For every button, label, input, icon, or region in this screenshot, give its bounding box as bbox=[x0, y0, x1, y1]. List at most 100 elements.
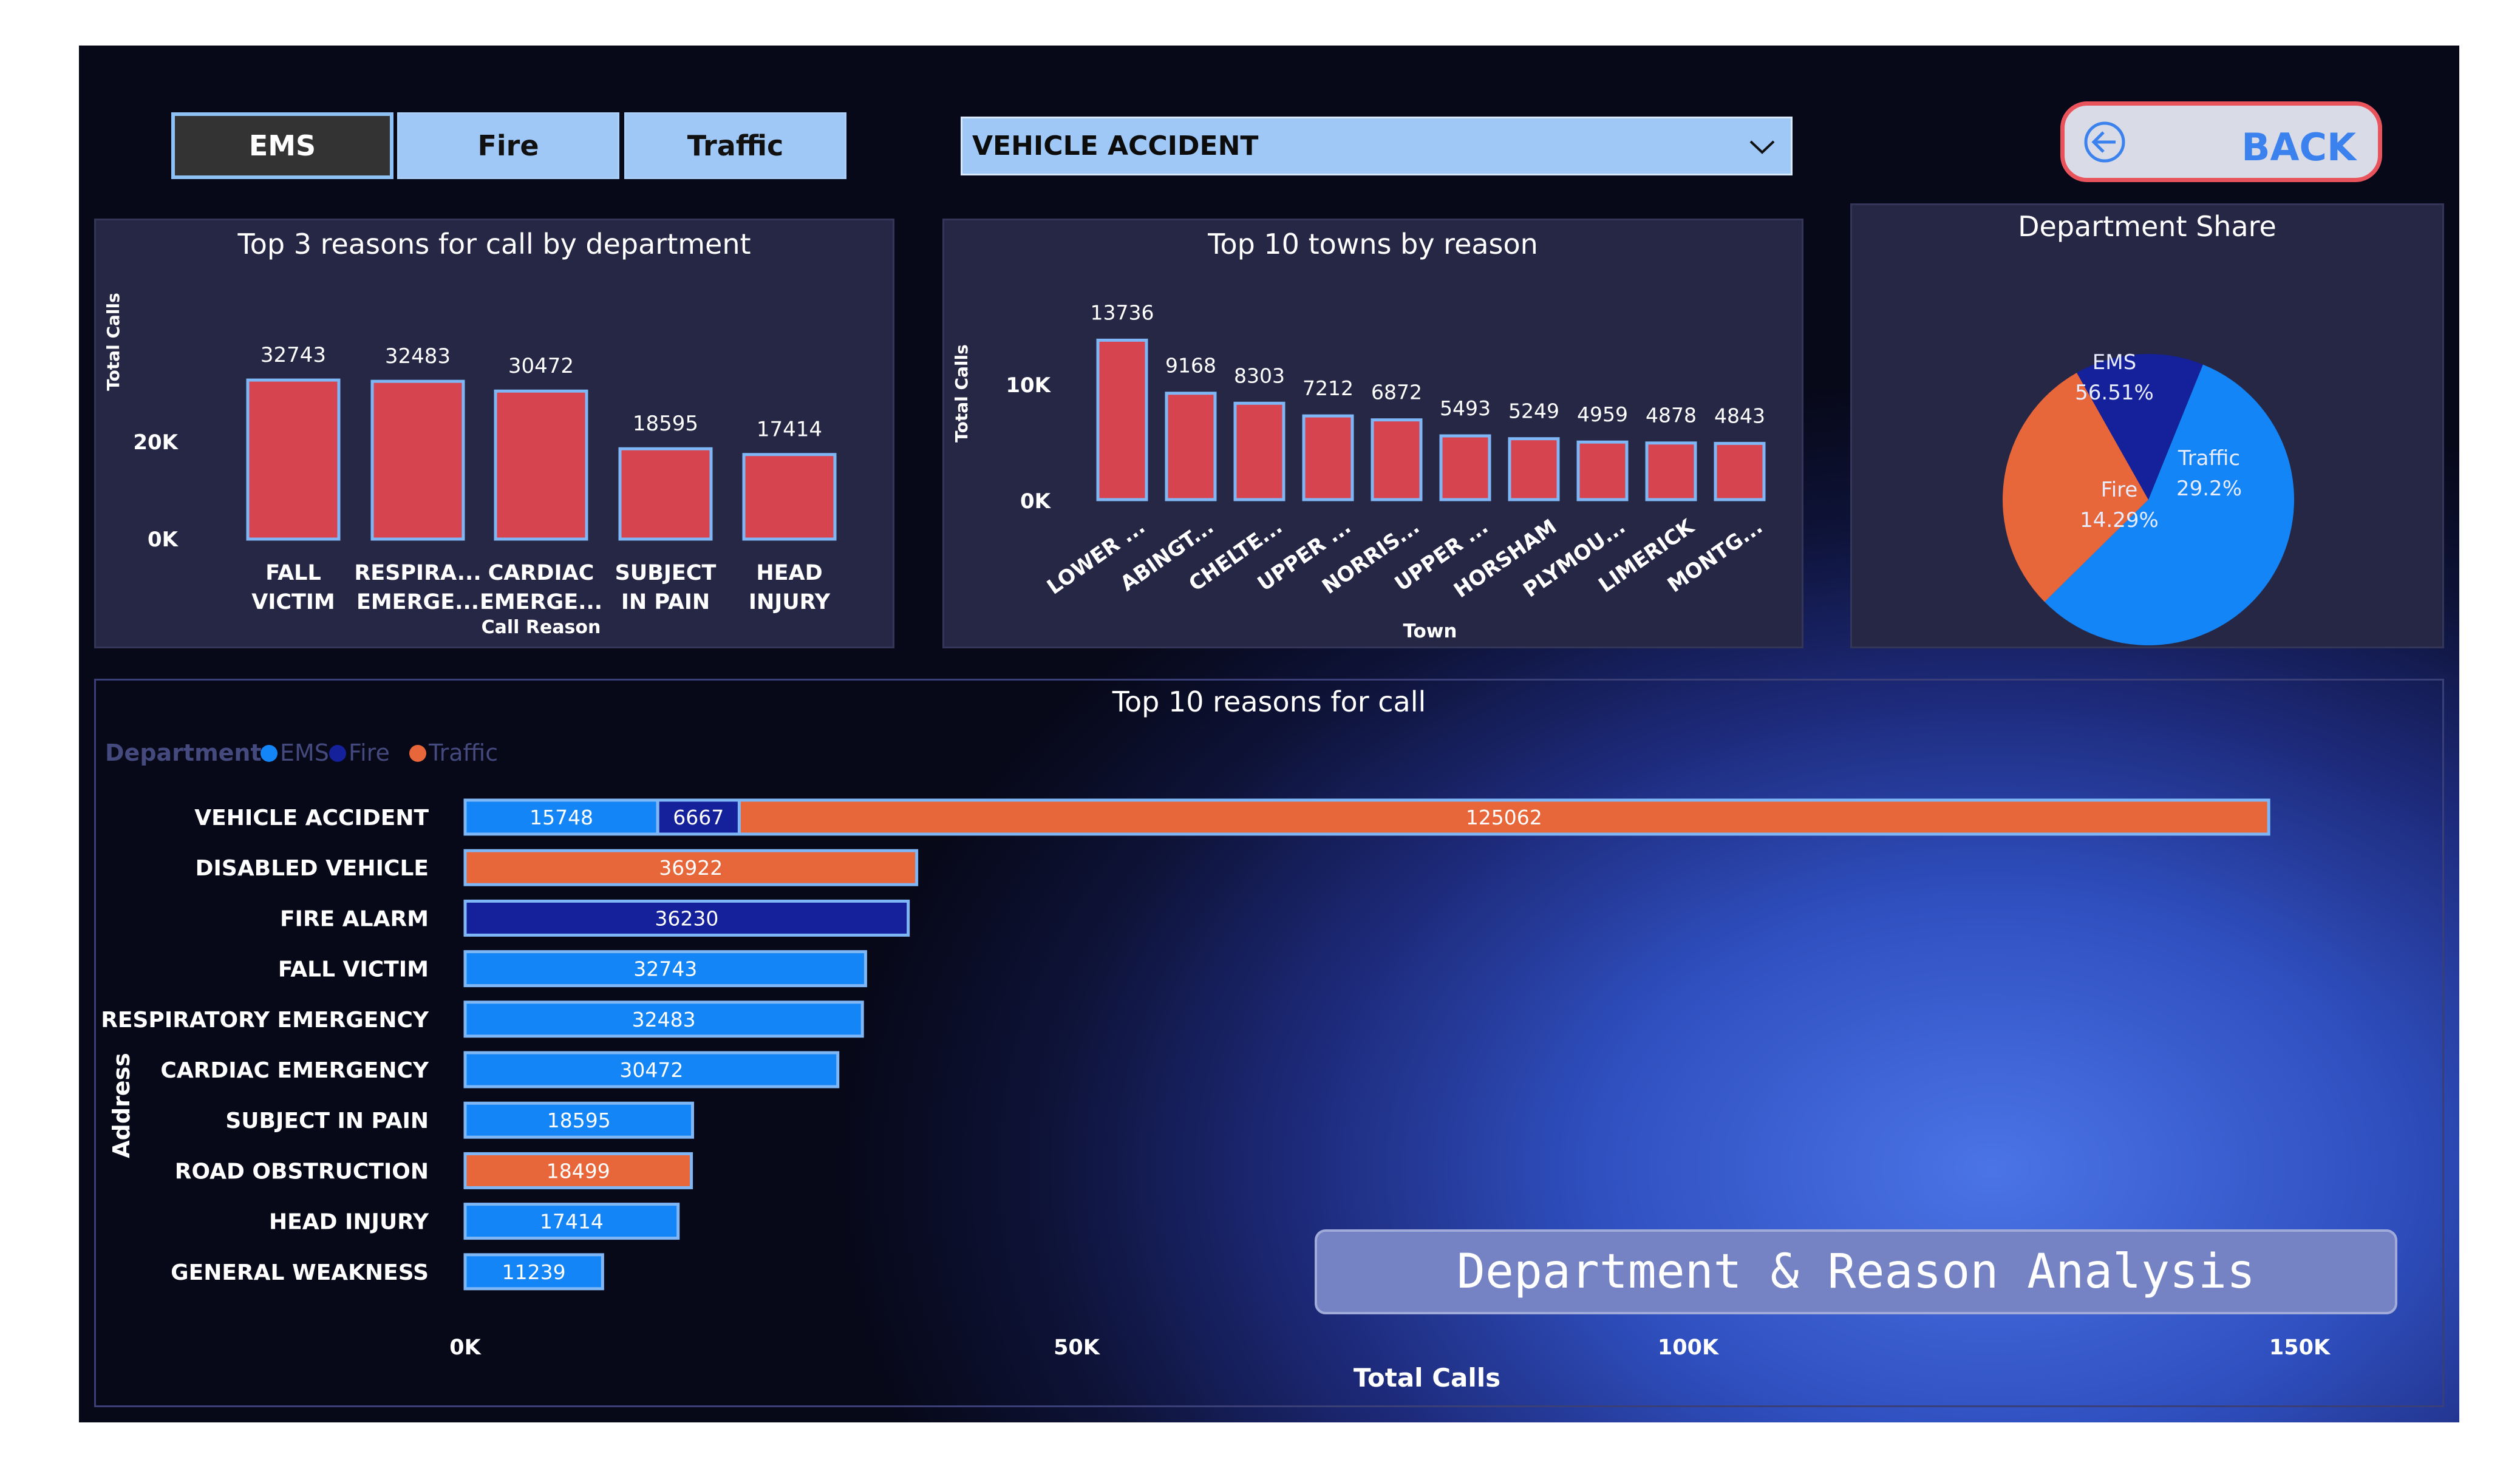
top3-chart: Total Calls 0K 20K 32743 FALL VICTIM 32483 RESP… bbox=[103, 293, 837, 638]
bar[interactable] bbox=[1165, 392, 1217, 501]
x-tick-label: VICTIM bbox=[251, 590, 335, 614]
pie-slice-name: Fire bbox=[2101, 478, 2138, 502]
y-tick-label: 10K bbox=[1006, 373, 1051, 398]
x-tick-label: HEAD bbox=[756, 561, 822, 585]
bar[interactable] bbox=[370, 379, 465, 541]
category-label: FALL VICTIM bbox=[278, 957, 429, 982]
category-label: HEAD INJURY bbox=[269, 1210, 429, 1235]
x-tick-label: SUBJECT bbox=[615, 561, 717, 585]
dashboard-title-banner: Department & Reason Analysis bbox=[1315, 1229, 2397, 1314]
bar-value-label: 36922 bbox=[659, 856, 723, 880]
x-tick-label: RESPIRA... bbox=[354, 561, 481, 585]
bar[interactable] bbox=[1576, 440, 1629, 501]
y-axis-title: Total Calls bbox=[103, 293, 123, 391]
x-axis-title: Total Calls bbox=[1354, 1363, 1500, 1393]
chevron-down-icon bbox=[1749, 140, 1775, 154]
bar-value-label: 36230 bbox=[655, 906, 718, 930]
bar[interactable] bbox=[1508, 437, 1560, 501]
bar-value-label: 9168 bbox=[1165, 354, 1216, 378]
x-axis-title: Town bbox=[1403, 620, 1457, 642]
x-tick-label: 150K bbox=[2269, 1336, 2331, 1360]
bar-value-label: 18595 bbox=[633, 412, 698, 436]
bar-value-label: 125062 bbox=[1466, 806, 1542, 829]
bar[interactable] bbox=[1233, 401, 1286, 501]
legend-label: Fire bbox=[349, 739, 390, 766]
legend-swatch bbox=[329, 745, 346, 762]
towns-chart: Total Calls0K10K13736LOWER ...9168ABINGT… bbox=[952, 301, 1767, 642]
bar-value-label: 17414 bbox=[540, 1210, 604, 1234]
tab-traffic[interactable]: Traffic bbox=[624, 112, 846, 179]
bar-value-label: 30472 bbox=[508, 354, 574, 378]
category-label: GENERAL WEAKNESS bbox=[171, 1260, 429, 1285]
x-axis-title: Call Reason bbox=[482, 617, 601, 638]
bar-value-label: 4959 bbox=[1577, 402, 1628, 426]
banner-text: Department & Reason Analysis bbox=[1457, 1245, 2255, 1299]
category-label: DISABLED VEHICLE bbox=[196, 856, 429, 881]
pie-slice-name: EMS bbox=[2093, 350, 2136, 375]
top-towns-panel: Top 10 towns by reason Total Calls 0K 10K 1… bbox=[942, 219, 1803, 648]
bar-value-label: 8303 bbox=[1234, 364, 1285, 387]
bar-value-label: 32483 bbox=[632, 1008, 696, 1031]
dept-share-panel: Department Share EMS 56.51% Traffic 29.2% Fi… bbox=[1850, 203, 2444, 648]
x-tick-label: INJURY bbox=[749, 590, 831, 614]
bar-value-label: 5493 bbox=[1440, 396, 1491, 420]
bar-value-label: 15748 bbox=[530, 806, 593, 829]
tab-fire[interactable]: Fire bbox=[397, 112, 619, 179]
legend-label: Traffic bbox=[428, 739, 498, 766]
x-tick-label: 100K bbox=[1658, 1336, 1720, 1360]
y-tick-label: 20K bbox=[133, 430, 179, 455]
legend-swatch bbox=[409, 745, 426, 762]
bar-value-label: 32483 bbox=[385, 344, 451, 368]
y-axis-title: Total Calls bbox=[952, 344, 972, 443]
category-label: CARDIAC EMERGENCY bbox=[160, 1058, 429, 1083]
bar-value-label: 11239 bbox=[502, 1260, 566, 1284]
legend-title: Department bbox=[105, 739, 262, 766]
reason-dropdown[interactable]: VEHICLE ACCIDENT bbox=[961, 117, 1793, 175]
x-tick-label: IN PAIN bbox=[621, 590, 710, 614]
category-label: SUBJECT IN PAIN bbox=[225, 1109, 429, 1133]
y-tick-label: 0K bbox=[148, 528, 179, 552]
bar-value-label: 17414 bbox=[757, 418, 822, 442]
bar[interactable] bbox=[246, 378, 341, 541]
bar-value-label: 7212 bbox=[1303, 376, 1354, 400]
arrow-left-circle-icon bbox=[2084, 121, 2125, 163]
bar-value-label: 4878 bbox=[1646, 404, 1697, 427]
bar-value-label: 4843 bbox=[1714, 404, 1765, 427]
pie-slice-percent: 56.51% bbox=[2075, 381, 2154, 405]
bar[interactable] bbox=[1096, 338, 1148, 501]
pie-slice-percent: 29.2% bbox=[2176, 477, 2242, 501]
reason-dropdown-value: VEHICLE ACCIDENT bbox=[972, 131, 1259, 161]
bar[interactable] bbox=[1302, 414, 1354, 501]
bar[interactable] bbox=[494, 389, 588, 541]
share-chart: EMS 56.51% Traffic 29.2% Fire 14.29% bbox=[2003, 350, 2294, 645]
category-label: FIRE ALARM bbox=[280, 906, 429, 931]
category-label: ROAD OBSTRUCTION bbox=[175, 1159, 429, 1184]
pie-slice-name: Traffic bbox=[2178, 446, 2240, 470]
x-tick-label: CARDIAC bbox=[488, 561, 594, 585]
y-axis-title: Address bbox=[108, 1053, 135, 1158]
x-tick-label: FALL bbox=[265, 561, 321, 585]
bar-value-label: 18499 bbox=[547, 1159, 610, 1183]
back-label: BACK bbox=[2241, 125, 2356, 169]
bar-value-label: 5249 bbox=[1508, 399, 1559, 423]
bar[interactable] bbox=[1714, 441, 1766, 501]
bar[interactable] bbox=[1371, 418, 1423, 501]
bar-value-label: 30472 bbox=[619, 1058, 683, 1082]
x-tick-label: 50K bbox=[1054, 1336, 1101, 1360]
dashboard-canvas: EMS Fire Traffic VEHICLE ACCIDENT BACK T… bbox=[79, 46, 2459, 1422]
tab-ems[interactable]: EMS bbox=[171, 112, 393, 179]
bar-value-label: 6872 bbox=[1371, 381, 1422, 404]
bar-value-label: 18595 bbox=[547, 1109, 611, 1132]
category-label: RESPIRATORY EMERGENCY bbox=[101, 1008, 429, 1033]
bar-value-label: 32743 bbox=[261, 343, 326, 367]
bar[interactable] bbox=[1645, 441, 1697, 501]
bar-value-label: 32743 bbox=[633, 957, 697, 981]
bar[interactable] bbox=[1439, 434, 1491, 501]
bar[interactable] bbox=[618, 447, 713, 541]
pie-slice-percent: 14.29% bbox=[2080, 508, 2159, 532]
back-button[interactable]: BACK bbox=[2060, 101, 2382, 182]
bar[interactable] bbox=[742, 453, 837, 541]
bar-value-label: 13736 bbox=[1091, 301, 1154, 324]
x-tick-label: EMERGE... bbox=[480, 590, 602, 614]
legend-label: EMS bbox=[280, 739, 329, 766]
